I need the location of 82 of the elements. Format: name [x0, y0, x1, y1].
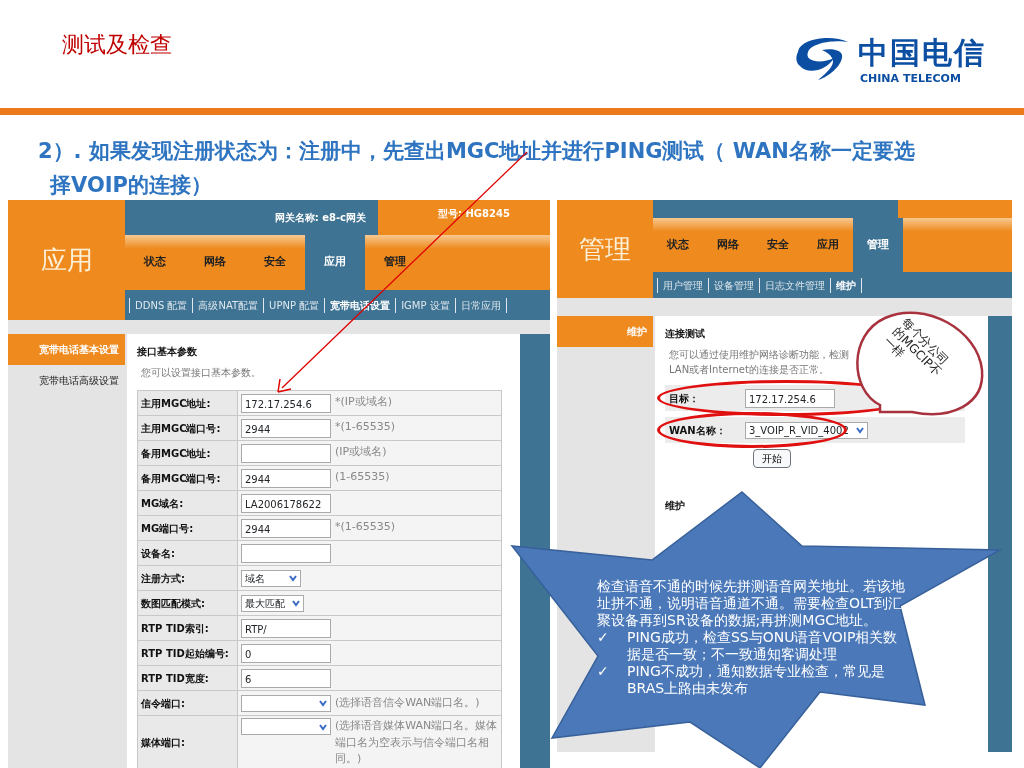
logo-subtitle: CHINA TELECOM: [860, 71, 961, 87]
field-label: 媒体端口:: [137, 715, 238, 768]
subnav-link[interactable]: 日常应用: [454, 297, 507, 313]
nav-tab[interactable]: 状态: [125, 235, 185, 290]
subnav-link[interactable]: 维护: [830, 277, 862, 293]
sidebar-item[interactable]: 宽带电话高级设置: [8, 365, 125, 396]
input-field[interactable]: 172.17.254.6: [745, 388, 835, 408]
field-label: 目标：: [668, 391, 700, 406]
subnav-link[interactable]: 设备管理: [708, 277, 759, 293]
field-label: 备用MGC端口号:: [137, 465, 238, 491]
input-field[interactable]: LA2006178622: [241, 493, 331, 513]
section-hint: 您可以设置接口基本参数。: [141, 366, 262, 380]
field-hint: (选择语音媒体WAN端口名。媒体端口名为空表示与信令端口名相同。): [335, 718, 498, 767]
dropdown[interactable]: [241, 718, 331, 735]
caret-icon: [291, 598, 301, 608]
nav-tab[interactable]: 网络: [185, 235, 245, 290]
field-label: WAN名称：: [668, 423, 727, 438]
subnav-link[interactable]: 高级NAT配置: [192, 297, 264, 313]
field-hint: (IP或域名): [335, 443, 388, 460]
instruction-text: 2）. 如果发现注册状态为：注册中，先查出MGC地址并进行PING测试（ WAN名称一定要选择VOIP的连接）: [38, 138, 916, 199]
field-hint: (1-65535): [335, 468, 391, 485]
page-heading: 管理: [578, 232, 632, 266]
gateway-name: 网关名称: e8-c网关: [125, 200, 378, 235]
subnav-link[interactable]: DDNS 配置: [129, 297, 193, 313]
input-field[interactable]: 2944: [241, 418, 331, 438]
page-heading: 应用: [39, 243, 94, 277]
start-button[interactable]: 开始: [753, 449, 791, 468]
callout-text: 检查语音不通的时候先拼测语音网关地址。若该地址拼不通，说明语音通道不通。需要检查OLT到汇聚设备再到SR设备的数据;再拼测MGC地址。: [597, 578, 906, 629]
nav-tab[interactable]: 管理: [365, 235, 425, 290]
input-field[interactable]: 172.17.254.6: [241, 393, 331, 413]
logo-text: 中国电信: [858, 34, 986, 72]
input-field[interactable]: 0: [241, 643, 331, 663]
input-field[interactable]: [241, 543, 331, 563]
dropdown-value: 域名: [245, 571, 265, 586]
section-hint: 您可以通过使用维护网络诊断功能，检测LAN或者Internet的连接是否正常。: [669, 348, 849, 377]
field-label: 注册方式:: [137, 565, 238, 591]
dropdown-value: 最大匹配: [245, 596, 285, 611]
field-hint: *(IP或域名): [335, 393, 393, 410]
section-title: 连接测试: [665, 327, 705, 341]
field-label: RTP TID起始编号:: [137, 640, 238, 666]
slide-title: 测试及检查: [62, 31, 172, 59]
input-field[interactable]: 2944: [241, 468, 331, 488]
input-field[interactable]: 6: [241, 668, 331, 688]
field-label: RTP TID索引:: [137, 615, 238, 641]
field-label: 数图匹配模式:: [137, 590, 238, 616]
caret-icon: [854, 425, 865, 435]
section-title: 接口基本参数: [137, 345, 197, 359]
field-hint: (选择语音信令WAN端口名。): [335, 694, 481, 711]
field-label: MG域名:: [137, 490, 238, 516]
nav-tab[interactable]: 安全: [753, 218, 803, 272]
subnav-link[interactable]: IGMP 设置: [395, 297, 455, 313]
subnav-link[interactable]: UPNP 配置: [263, 297, 325, 313]
field-label: 备用MGC地址:: [137, 440, 238, 466]
subnav-link[interactable]: 用户管理: [657, 277, 708, 293]
input-field[interactable]: [241, 443, 331, 463]
dropdown[interactable]: [241, 694, 331, 712]
field-label: RTP TID宽度:: [137, 665, 238, 691]
field-hint: *(1-65535): [335, 518, 397, 535]
caret-icon: [318, 698, 328, 708]
bullet-text: PING成功，检查SS与ONU语音VOIP相关数据是否一致；不一致通知客调处理: [627, 629, 899, 663]
field-label: 信令端口:: [137, 690, 238, 716]
check-mark: ✓: [597, 629, 610, 647]
field-hint: *(1-65535): [335, 418, 397, 435]
subnav-link[interactable]: 日志文件管理: [759, 277, 830, 293]
input-field[interactable]: 2944: [241, 518, 331, 538]
nav-tab[interactable]: 应用: [305, 235, 365, 290]
field-label: 设备名:: [137, 540, 238, 566]
dropdown[interactable]: 域名: [241, 569, 301, 587]
dropdown[interactable]: 最大匹配: [241, 594, 304, 612]
field-label: 主用MGC端口号:: [137, 415, 238, 441]
nav-tab[interactable]: 管理: [853, 218, 903, 272]
caret-icon: [288, 573, 298, 583]
nav-tab[interactable]: 状态: [653, 218, 703, 272]
nav-tab[interactable]: 网络: [703, 218, 753, 272]
section-title: 维护: [665, 499, 685, 513]
field-label: 主用MGC地址:: [137, 390, 238, 416]
input-field[interactable]: RTP/: [241, 618, 331, 638]
nav-tab[interactable]: 应用: [803, 218, 853, 272]
nav-tab[interactable]: 安全: [245, 235, 305, 290]
field-label: MG端口号:: [137, 515, 238, 541]
check-mark: ✓: [597, 663, 610, 681]
bullet-text: PING不成功，通知数据专业检查，常见是BRAS上路由未发布: [627, 663, 886, 697]
